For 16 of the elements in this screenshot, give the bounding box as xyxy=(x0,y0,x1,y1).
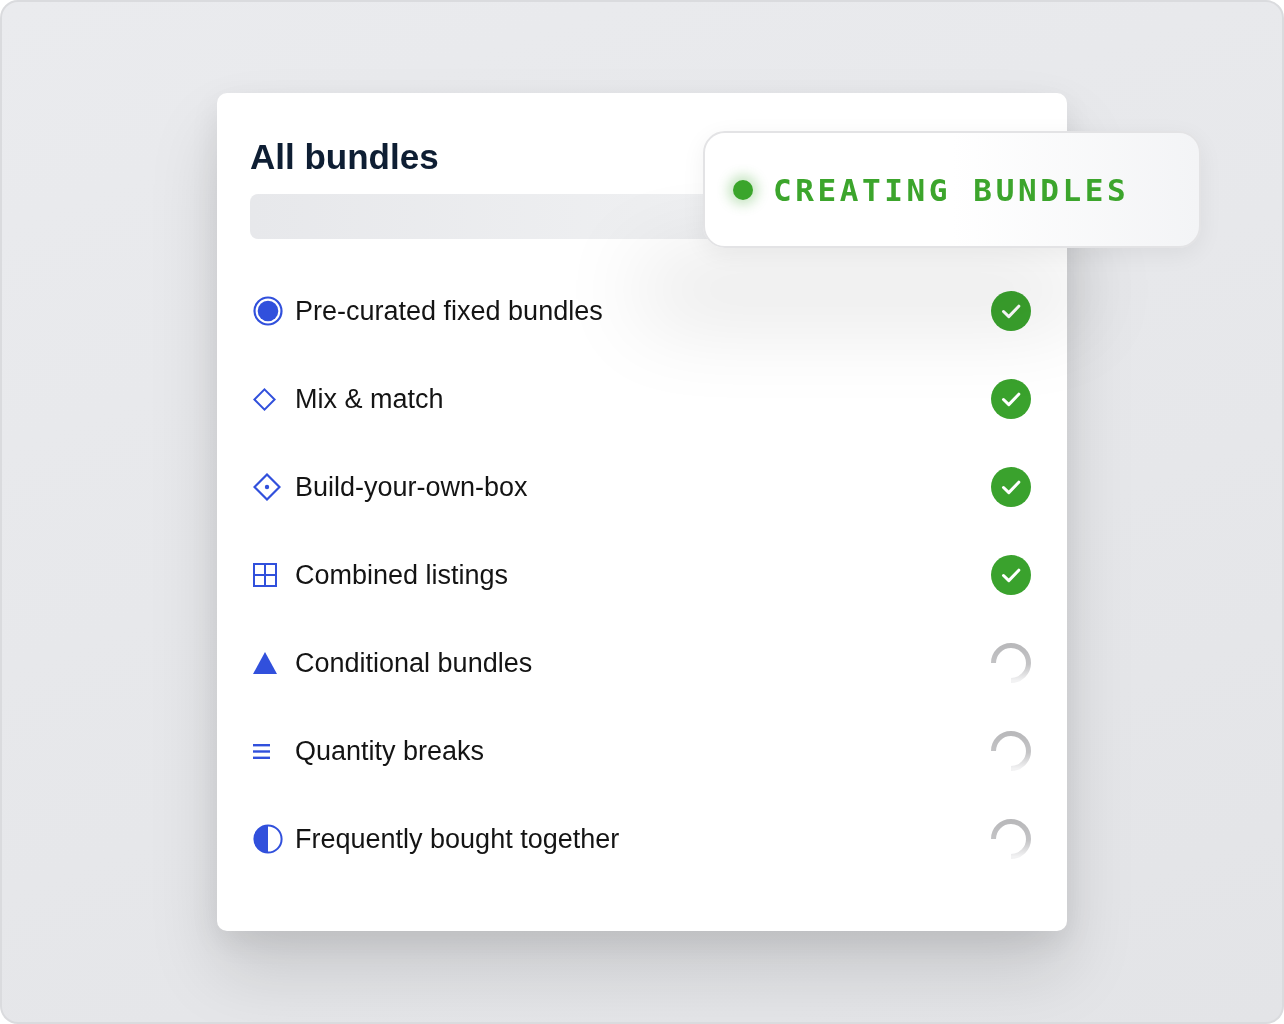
card-title: All bundles xyxy=(250,137,439,177)
bundle-label: Build-your-own-box xyxy=(295,471,528,503)
grid-icon xyxy=(253,563,277,587)
bundle-label: Quantity breaks xyxy=(295,735,485,767)
bundle-label: Mix & match xyxy=(295,383,444,415)
diamond-icon xyxy=(253,387,276,411)
lines-icon xyxy=(253,742,270,760)
half-circle-icon xyxy=(253,824,283,854)
filled-circle-icon xyxy=(253,296,283,326)
status-label: CREATING BUNDLES xyxy=(773,171,1130,208)
bundle-label: Frequently bought together xyxy=(295,823,620,855)
bundle-label: Pre-curated fixed bundles xyxy=(295,295,603,327)
bundle-label: Combined listings xyxy=(295,559,509,591)
status-dot-icon xyxy=(733,179,753,200)
triangle-icon xyxy=(253,652,277,674)
bundle-label: Conditional bundles xyxy=(295,647,533,679)
